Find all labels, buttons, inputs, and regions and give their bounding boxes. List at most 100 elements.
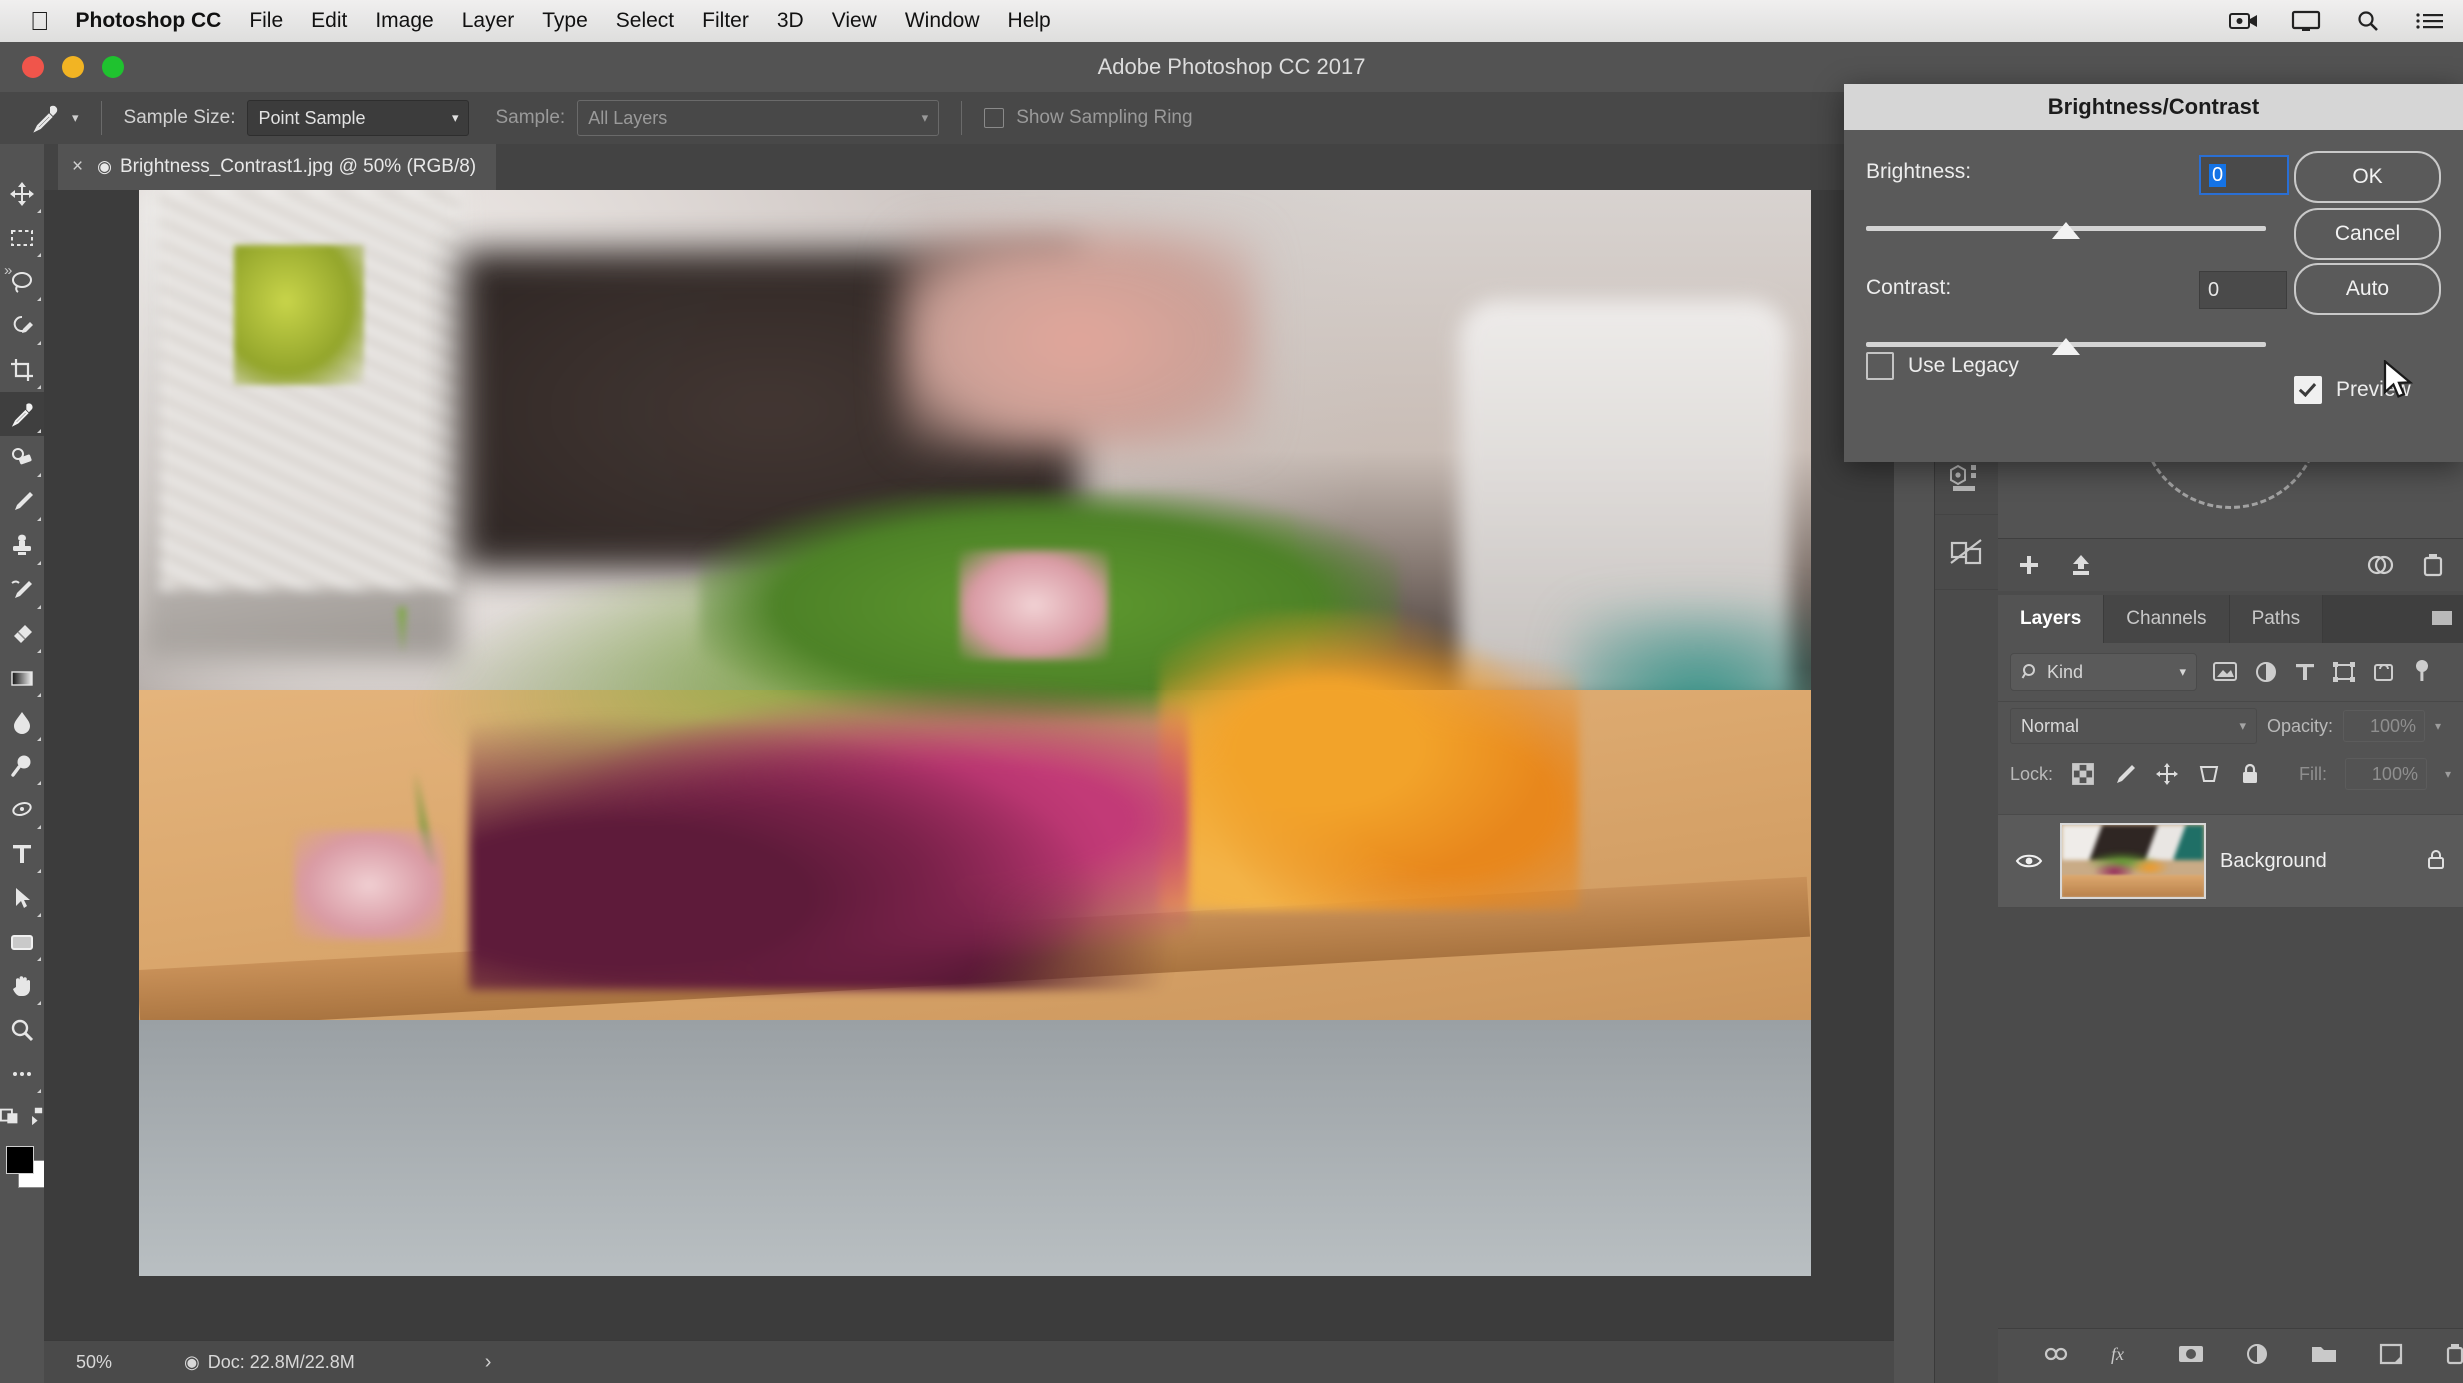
eraser-tool[interactable] xyxy=(0,612,44,656)
lock-artboard-icon[interactable] xyxy=(2197,762,2221,786)
menu-image[interactable]: Image xyxy=(375,9,433,33)
brush-tool[interactable] xyxy=(0,480,44,524)
table-row[interactable]: Background xyxy=(1998,814,2463,908)
filter-type-icon[interactable] xyxy=(2293,659,2317,685)
eye-icon[interactable] xyxy=(2012,851,2046,871)
menu-filter[interactable]: Filter xyxy=(702,9,749,33)
creative-cloud-button[interactable] xyxy=(2365,552,2395,578)
lock-icon[interactable] xyxy=(2423,846,2449,877)
menu-layer[interactable]: Layer xyxy=(462,9,515,33)
fill-chevron-down-icon[interactable]: ▾ xyxy=(2445,767,2451,781)
tab-channels[interactable]: Channels xyxy=(2104,595,2230,643)
foreground-color-swatch[interactable] xyxy=(6,1146,34,1174)
filter-smart-object-icon[interactable] xyxy=(2371,659,2397,685)
color-swatches[interactable] xyxy=(0,1142,46,1198)
brightness-contrast-dialog[interactable]: Brightness/Contrast Brightness: 0 Contra… xyxy=(1844,84,2463,462)
quick-selection-tool[interactable] xyxy=(0,304,44,348)
new-group-button[interactable] xyxy=(2309,1342,2339,1371)
layer-thumbnail[interactable] xyxy=(2060,823,2206,899)
lock-position-icon[interactable] xyxy=(2155,762,2179,786)
filter-adjustment-icon[interactable] xyxy=(2253,659,2279,685)
display-icon[interactable] xyxy=(2291,8,2321,34)
sample-select[interactable]: All Layers ▾ xyxy=(577,100,940,136)
zoom-level[interactable]: 50% xyxy=(44,1352,144,1373)
use-legacy-checkbox[interactable] xyxy=(1866,352,1894,380)
tool-preset-chevron-down-icon[interactable]: ▾ xyxy=(72,110,79,126)
filter-pixel-icon[interactable] xyxy=(2211,659,2239,685)
show-sampling-ring-row[interactable]: Show Sampling Ring xyxy=(984,107,1193,129)
rectangular-marquee-tool[interactable] xyxy=(0,216,44,260)
add-library-item-button[interactable] xyxy=(2016,552,2042,578)
hand-tool[interactable] xyxy=(0,964,44,1008)
opacity-chevron-down-icon[interactable]: ▾ xyxy=(2435,719,2441,733)
fill-field[interactable]: 100% xyxy=(2344,758,2427,790)
brightness-input[interactable]: 0 xyxy=(2199,155,2289,195)
apple-icon[interactable]:  xyxy=(30,8,50,34)
layer-filter-kind-select[interactable]: Kind ▾ xyxy=(2010,653,2197,691)
menu-select[interactable]: Select xyxy=(616,9,674,33)
use-legacy-row[interactable]: Use Legacy xyxy=(1866,352,2019,380)
menu-window[interactable]: Window xyxy=(905,9,980,33)
contrast-slider-thumb[interactable] xyxy=(2052,338,2080,355)
lock-all-icon[interactable] xyxy=(2239,762,2261,786)
menu-3d[interactable]: 3D xyxy=(777,9,804,33)
tab-paths[interactable]: Paths xyxy=(2229,595,2324,643)
contrast-input[interactable]: 0 xyxy=(2199,271,2287,309)
filter-shape-icon[interactable] xyxy=(2331,659,2357,685)
gradient-tool[interactable] xyxy=(0,656,44,700)
menu-type[interactable]: Type xyxy=(542,9,588,33)
blur-tool[interactable] xyxy=(0,700,44,744)
spot-healing-brush-tool[interactable] xyxy=(0,436,44,480)
close-icon[interactable]: × xyxy=(72,156,83,178)
lock-transparent-pixels-icon[interactable] xyxy=(2071,762,2095,786)
status-expand-arrow-icon[interactable]: › xyxy=(485,1351,492,1374)
screen-record-icon[interactable] xyxy=(2229,8,2259,34)
sample-size-select[interactable]: Point Sample ▾ xyxy=(247,100,470,136)
eyedropper-icon[interactable] xyxy=(28,101,62,135)
pen-tool[interactable] xyxy=(0,788,44,832)
new-adjustment-layer-button[interactable] xyxy=(2243,1342,2271,1371)
brightness-slider-thumb[interactable] xyxy=(2052,222,2080,239)
history-brush-tool[interactable] xyxy=(0,568,44,612)
eyedropper-tool[interactable] xyxy=(0,392,44,436)
cancel-button[interactable]: Cancel xyxy=(2294,208,2441,260)
panel-menu-icon[interactable] xyxy=(2431,609,2453,627)
menu-app-name[interactable]: Photoshop CC xyxy=(76,9,222,33)
show-sampling-ring-checkbox[interactable] xyxy=(984,108,1005,128)
document-info[interactable]: ◉ Doc: 22.8M/22.8M xyxy=(184,1352,355,1373)
document-image[interactable] xyxy=(139,190,1811,1276)
rectangle-tool[interactable] xyxy=(0,920,44,964)
move-tool[interactable] xyxy=(0,172,44,216)
menu-view[interactable]: View xyxy=(832,9,877,33)
preview-checkbox[interactable] xyxy=(2294,376,2322,404)
new-layer-button[interactable] xyxy=(2377,1342,2405,1371)
path-selection-tool[interactable] xyxy=(0,876,44,920)
menu-help[interactable]: Help xyxy=(1008,9,1051,33)
canvas-viewport[interactable] xyxy=(44,190,1894,1383)
link-layers-button[interactable] xyxy=(2041,1342,2071,1371)
filter-toggle-icon[interactable] xyxy=(2411,659,2433,685)
zoom-tool[interactable] xyxy=(0,1008,44,1052)
upload-button[interactable] xyxy=(2068,552,2094,578)
menu-file[interactable]: File xyxy=(249,9,283,33)
opacity-field[interactable]: 100% xyxy=(2343,710,2426,742)
edit-toolbar-button[interactable] xyxy=(0,1052,44,1096)
ok-button[interactable]: OK xyxy=(2294,151,2441,203)
quick-mask-icon[interactable] xyxy=(0,1105,22,1127)
clone-stamp-tool[interactable] xyxy=(0,524,44,568)
screen-mode-icon[interactable] xyxy=(22,1105,44,1127)
layer-style-button[interactable]: fx xyxy=(2108,1342,2138,1371)
tab-layers[interactable]: Layers xyxy=(1998,595,2105,643)
menu-edit[interactable]: Edit xyxy=(311,9,347,33)
list-icon[interactable] xyxy=(2415,8,2445,34)
add-layer-mask-button[interactable] xyxy=(2176,1342,2206,1371)
type-tool[interactable] xyxy=(0,832,44,876)
blend-mode-select[interactable]: Normal ▾ xyxy=(2010,708,2257,744)
layer-comps-panel-icon[interactable] xyxy=(1935,515,1999,590)
dodge-tool[interactable] xyxy=(0,744,44,788)
auto-button[interactable]: Auto xyxy=(2294,263,2441,315)
lock-image-pixels-icon[interactable] xyxy=(2113,762,2137,786)
delete-library-item-button[interactable] xyxy=(2421,552,2445,578)
lasso-tool[interactable] xyxy=(0,260,44,304)
search-icon[interactable] xyxy=(2353,8,2383,34)
